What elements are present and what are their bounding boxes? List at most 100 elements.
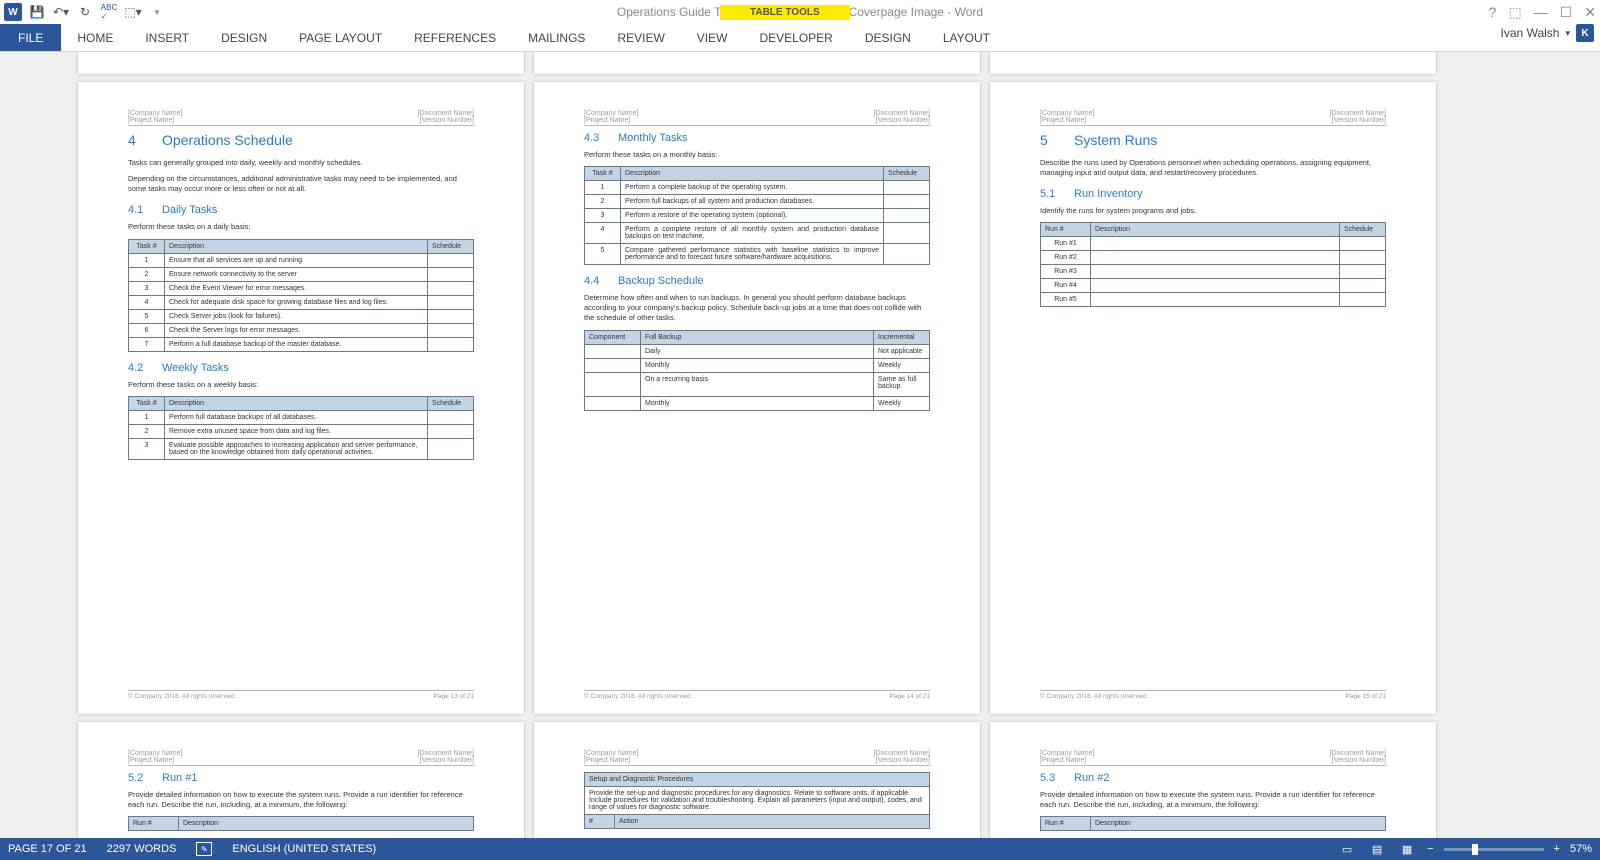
heading-run-inventory: 5.1Run Inventory: [1040, 188, 1386, 200]
table-daily-tasks[interactable]: Task #DescriptionSchedule 1Ensure that a…: [128, 239, 474, 352]
tab-page-layout[interactable]: PAGE LAYOUT: [283, 24, 398, 51]
tab-review[interactable]: REVIEW: [601, 24, 680, 51]
heading-operations-schedule: 4Operations Schedule: [128, 132, 474, 148]
body-text: Determine how often and when to run back…: [584, 293, 930, 323]
heading-run-1: 5.2Run #1: [128, 772, 474, 784]
maximize-button[interactable]: ☐: [1560, 4, 1573, 21]
table-row: 4Perform a complete restore of all month…: [585, 223, 930, 244]
body-text: Identify the runs for system programs an…: [1040, 206, 1386, 216]
body-text: Perform these tasks on a daily basis:: [128, 222, 474, 232]
page-footer: © Company 2016. All rights reserved.Page…: [1040, 690, 1386, 700]
body-text: Describe the runs used by Operations per…: [1040, 158, 1386, 178]
table-row: 2Ensure network connectivity to the serv…: [129, 267, 474, 281]
page-13[interactable]: [Company Name][Document Name] [Project N…: [78, 82, 524, 714]
tab-table-layout[interactable]: LAYOUT: [927, 24, 1006, 51]
table-setup-diagnostic[interactable]: Setup and Diagnostic Procedures Provide …: [584, 772, 930, 829]
heading-system-runs: 5System Runs: [1040, 132, 1386, 148]
zoom-level[interactable]: 57%: [1570, 843, 1592, 855]
word-app-icon[interactable]: W: [2, 2, 24, 22]
table-run-2[interactable]: Run #Description: [1040, 816, 1386, 831]
body-text: Tasks can generally grouped into daily, …: [128, 158, 474, 168]
tab-table-design[interactable]: DESIGN: [849, 24, 927, 51]
table-row: MonthlyWeekly: [585, 358, 930, 372]
undo-button[interactable]: ↶▾: [50, 2, 72, 22]
heading-daily-tasks: 4.1Daily Tasks: [128, 204, 474, 216]
tab-file[interactable]: FILE: [0, 24, 61, 51]
table-row: 1Perform a complete backup of the operat…: [585, 181, 930, 195]
qat-customize-button[interactable]: ▾: [146, 2, 168, 22]
tab-view[interactable]: VIEW: [681, 24, 744, 51]
table-row: 2Remove extra unused space from data and…: [129, 424, 474, 438]
status-bar: PAGE 17 OF 21 2297 WORDS ✎ ENGLISH (UNIT…: [0, 838, 1600, 860]
status-language[interactable]: ENGLISH (UNITED STATES): [232, 843, 376, 855]
close-button[interactable]: ✕: [1584, 4, 1596, 21]
table-run-1[interactable]: Run #Description: [128, 816, 474, 831]
page-prev-3[interactable]: [990, 52, 1436, 74]
tab-home[interactable]: HOME: [61, 24, 129, 51]
body-text: Provide detailed information on how to e…: [128, 790, 474, 810]
table-weekly-tasks[interactable]: Task #DescriptionSchedule 1Perform full …: [128, 396, 474, 460]
tab-design[interactable]: DESIGN: [205, 24, 283, 51]
zoom-slider[interactable]: [1444, 848, 1544, 851]
table-row: 3Check the Event Viewer for error messag…: [129, 281, 474, 295]
contextual-tab-label: TABLE TOOLS: [720, 5, 850, 20]
view-web-layout-icon[interactable]: ▦: [1397, 841, 1417, 857]
page-14[interactable]: [Company Name][Document Name] [Project N…: [534, 82, 980, 714]
spellcheck-button[interactable]: ABC✓: [98, 2, 120, 22]
table-monthly-tasks[interactable]: Task #DescriptionSchedule 1Perform a com…: [584, 166, 930, 265]
user-area[interactable]: Ivan Walsh ▾ K: [1501, 24, 1594, 42]
page-17[interactable]: [Company Name][Document Name] [Project N…: [534, 722, 980, 838]
ribbon-options-button[interactable]: ⬚: [1508, 4, 1521, 21]
table-run-inventory[interactable]: Run #DescriptionSchedule Run #1 Run #2 R…: [1040, 222, 1386, 307]
header-project: [Project Name]: [128, 117, 174, 124]
page-footer: © Company 2016. All rights reserved.Page…: [584, 690, 930, 700]
table-row: Run #4: [1041, 279, 1386, 293]
tab-insert[interactable]: INSERT: [129, 24, 205, 51]
page-footer: © Company 2016. All rights reserved.Page…: [128, 690, 474, 700]
header-company: [Company Name]: [128, 110, 182, 117]
tab-references[interactable]: REFERENCES: [398, 24, 512, 51]
status-page[interactable]: PAGE 17 OF 21: [8, 843, 87, 855]
status-word-count[interactable]: 2297 WORDS: [107, 843, 177, 855]
heading-weekly-tasks: 4.2Weekly Tasks: [128, 362, 474, 374]
body-text: Depending on the circumstances, addition…: [128, 174, 474, 194]
table-backup-schedule[interactable]: ComponentFull BackupIncremental DailyNot…: [584, 330, 930, 411]
body-text: Perform these tasks on a monthly basis:: [584, 150, 930, 160]
view-print-layout-icon[interactable]: ▤: [1367, 841, 1387, 857]
title-bar: W 💾 ↶▾ ↻ ABC✓ ⬚▾ ▾ Operations Guide Temp…: [0, 0, 1600, 24]
body-text: Provide detailed information on how to e…: [1040, 790, 1386, 810]
body-text: Perform these tasks on a weekly basis:: [128, 380, 474, 390]
table-row: MonthlyWeekly: [585, 396, 930, 410]
table-row: 3Perform a restore of the operating syst…: [585, 209, 930, 223]
page-prev-1[interactable]: [78, 52, 524, 74]
zoom-in-button[interactable]: +: [1554, 843, 1560, 855]
table-row: 6Check the Server logs for error message…: [129, 323, 474, 337]
page-18[interactable]: [Company Name][Document Name] [Project N…: [990, 722, 1436, 838]
document-area[interactable]: [Company Name][Document Name] [Project N…: [0, 52, 1600, 838]
header-version: [Version Number]: [420, 117, 474, 124]
table-row: 5Check Server jobs (look for failures).: [129, 309, 474, 323]
table-row: 1Perform full database backups of all da…: [129, 410, 474, 424]
user-badge-icon: K: [1576, 24, 1594, 42]
page-prev-2[interactable]: [534, 52, 980, 74]
minimize-button[interactable]: —: [1534, 4, 1548, 21]
help-button[interactable]: ?: [1489, 4, 1497, 21]
heading-backup-schedule: 4.4Backup Schedule: [584, 275, 930, 287]
quick-access-toolbar: W 💾 ↶▾ ↻ ABC✓ ⬚▾ ▾: [0, 2, 168, 22]
save-button[interactable]: 💾: [26, 2, 48, 22]
table-row: Run #2: [1041, 251, 1386, 265]
redo-button[interactable]: ↻: [74, 2, 96, 22]
table-row: 1Ensure that all services are up and run…: [129, 253, 474, 267]
tab-developer[interactable]: DEVELOPER: [743, 24, 848, 51]
page-16[interactable]: [Company Name][Document Name] [Project N…: [78, 722, 524, 838]
status-proofing-icon[interactable]: ✎: [196, 842, 212, 856]
table-row: 4Check for adequate disk space for growi…: [129, 295, 474, 309]
page-15[interactable]: [Company Name][Document Name] [Project N…: [990, 82, 1436, 714]
touch-mode-button[interactable]: ⬚▾: [122, 2, 144, 22]
heading-run-2: 5.3Run #2: [1040, 772, 1386, 784]
zoom-out-button[interactable]: −: [1427, 843, 1433, 855]
user-name: Ivan Walsh: [1501, 26, 1560, 40]
table-row: Run #1: [1041, 237, 1386, 251]
view-read-mode-icon[interactable]: ▭: [1337, 841, 1357, 857]
tab-mailings[interactable]: MAILINGS: [512, 24, 601, 51]
